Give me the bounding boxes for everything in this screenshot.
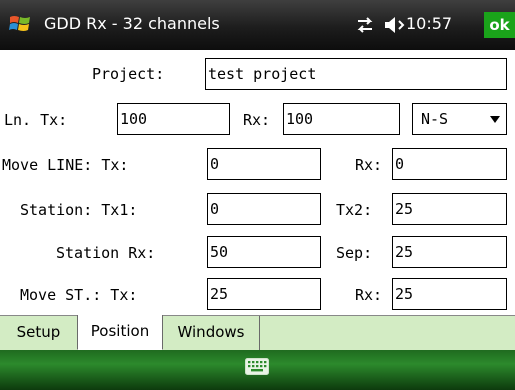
tab-setup[interactable]: Setup [0,316,78,350]
ok-button[interactable]: ok [484,12,515,38]
move-line-tx-input[interactable]: 0 [207,148,321,180]
position-form: Project: test project Ln. Tx: 100 Rx: 10… [0,50,515,315]
speaker-icon[interactable] [383,15,405,35]
window-title: GDD Rx - 32 channels [44,14,220,33]
title-bar: GDD Rx - 32 channels 10:57 ok [0,0,515,50]
move-st-label: Move ST.: Tx: [20,286,138,304]
station-tx2-label: Tx2: [336,201,373,219]
move-st-tx-input[interactable]: 25 [207,278,321,310]
keyboard-icon[interactable] [245,358,269,375]
network-sync-icon[interactable] [355,15,375,35]
station-rx-label: Station Rx: [56,244,156,262]
line-rx-label: Rx: [243,111,271,129]
sep-input[interactable]: 25 [392,236,507,268]
tab-position[interactable]: Position [77,315,163,350]
tab-bar: Setup Position Windows [0,315,515,351]
direction-value: N-S [421,110,449,128]
station-tx1-input[interactable]: 0 [207,193,321,225]
move-line-rx-input[interactable]: 0 [392,148,507,180]
move-line-label: Move LINE: Tx: [2,156,129,174]
line-tx-label: Ln. Tx: [4,111,68,129]
clock[interactable]: 10:57 [406,12,452,36]
move-st-rx-label: Rx: [355,286,383,304]
chevron-down-icon [490,116,500,123]
project-label: Project: [92,65,165,83]
tab-windows[interactable]: Windows [163,316,260,350]
line-tx-input[interactable]: 100 [117,103,230,135]
station-tx1-label: Station: Tx1: [20,201,138,219]
move-line-rx-label: Rx: [355,156,383,174]
line-rx-input[interactable]: 100 [283,103,400,135]
move-st-rx-input[interactable]: 25 [392,278,507,310]
station-tx2-input[interactable]: 25 [392,193,507,225]
softkey-bar [0,350,515,390]
direction-select[interactable]: N-S [412,103,507,135]
project-input[interactable]: test project [205,58,507,90]
station-rx-input[interactable]: 50 [207,236,321,268]
windows-flag-icon[interactable] [8,12,32,36]
sep-label: Sep: [336,244,373,262]
